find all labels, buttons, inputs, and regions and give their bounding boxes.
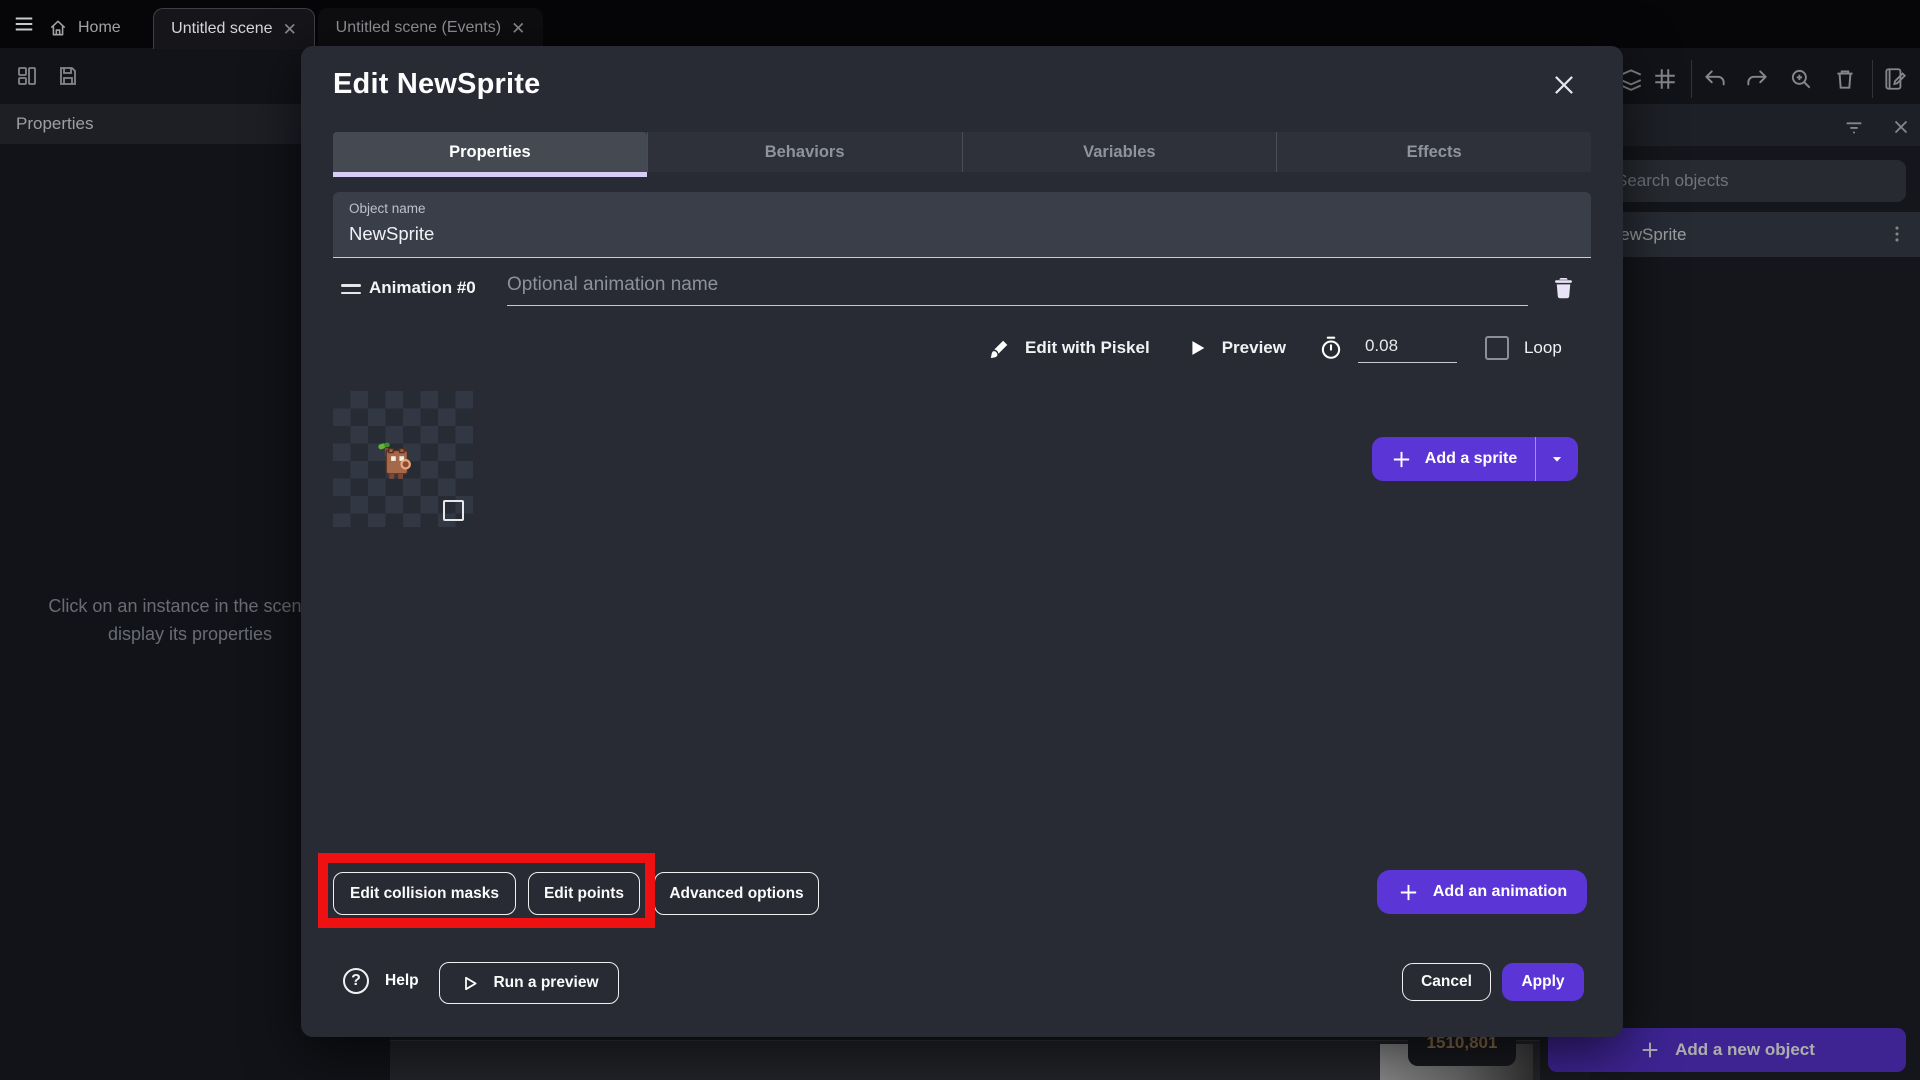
play-outline-icon	[465, 976, 477, 990]
tab-variables[interactable]: Variables	[961, 132, 1277, 172]
delete-animation-icon[interactable]	[1550, 274, 1577, 301]
drag-handle-icon[interactable]	[341, 284, 361, 299]
top-tab-bar: Home Untitled scene ✕ Untitled scene (Ev…	[0, 0, 1920, 49]
hamburger-menu-icon[interactable]	[13, 13, 35, 35]
sprite-thumbnail[interactable]	[333, 391, 473, 527]
add-sprite-dropdown[interactable]	[1535, 437, 1578, 481]
sprite-select-checkbox[interactable]	[443, 500, 464, 521]
plus-icon	[1393, 451, 1409, 467]
add-sprite-button[interactable]: Add a sprite	[1372, 437, 1578, 481]
chevron-down-icon	[1552, 457, 1562, 462]
help-icon: ?	[343, 968, 369, 994]
tab-properties[interactable]: Properties	[333, 132, 647, 177]
dialog-close-icon[interactable]	[1549, 70, 1579, 100]
play-icon	[1192, 341, 1205, 355]
animation-controls-row: Edit with Piskel Preview 0.08 Loop	[987, 332, 1562, 364]
animation-label: Animation #0	[369, 278, 476, 297]
close-tab-icon[interactable]: ✕	[511, 20, 525, 37]
apply-button[interactable]: Apply	[1502, 963, 1584, 1001]
gdevelop-app: Properties Click on an instance in the s…	[0, 0, 1920, 1080]
tab-home[interactable]: Home	[48, 8, 121, 48]
tab-effects[interactable]: Effects	[1276, 132, 1591, 172]
tab-untitled-scene[interactable]: Untitled scene ✕	[153, 8, 315, 49]
active-tab-underline	[333, 172, 647, 177]
animation-name-input[interactable]: Optional animation name	[507, 274, 1528, 306]
dialog-title: Edit NewSprite	[333, 68, 541, 100]
home-icon	[50, 20, 66, 36]
preview-button[interactable]: Preview	[1186, 337, 1286, 359]
pig-sprite-image	[378, 442, 411, 479]
cancel-button[interactable]: Cancel	[1402, 963, 1491, 1001]
object-name-value: NewSprite	[349, 223, 435, 244]
plus-icon	[1400, 884, 1417, 900]
loop-checkbox[interactable]	[1484, 336, 1509, 360]
dialog-tab-bar: Properties Behaviors Variables Effects	[333, 132, 1591, 177]
annotation-highlight-rectangle	[318, 853, 655, 928]
tab-behaviors[interactable]: Behaviors	[646, 132, 962, 172]
add-animation-button[interactable]: Add an animation	[1377, 870, 1587, 914]
object-name-label: Object name	[349, 201, 426, 216]
close-tab-icon[interactable]: ✕	[283, 21, 297, 38]
time-between-frames-input[interactable]: 0.08	[1357, 334, 1457, 363]
object-name-field[interactable]: Object name NewSprite	[333, 192, 1591, 258]
edit-with-piskel-button[interactable]: Edit with Piskel	[987, 336, 1150, 361]
time-between-frames-group: 0.08	[1318, 334, 1457, 363]
brush-icon	[990, 340, 1008, 358]
help-button[interactable]: ? Help	[343, 968, 419, 994]
run-preview-button[interactable]: Run a preview	[439, 962, 619, 1004]
tab-untitled-scene-events[interactable]: Untitled scene (Events) ✕	[318, 8, 543, 48]
timer-icon	[1321, 336, 1341, 359]
loop-toggle-group: Loop	[1484, 336, 1562, 360]
advanced-options-button[interactable]: Advanced options	[654, 872, 819, 915]
